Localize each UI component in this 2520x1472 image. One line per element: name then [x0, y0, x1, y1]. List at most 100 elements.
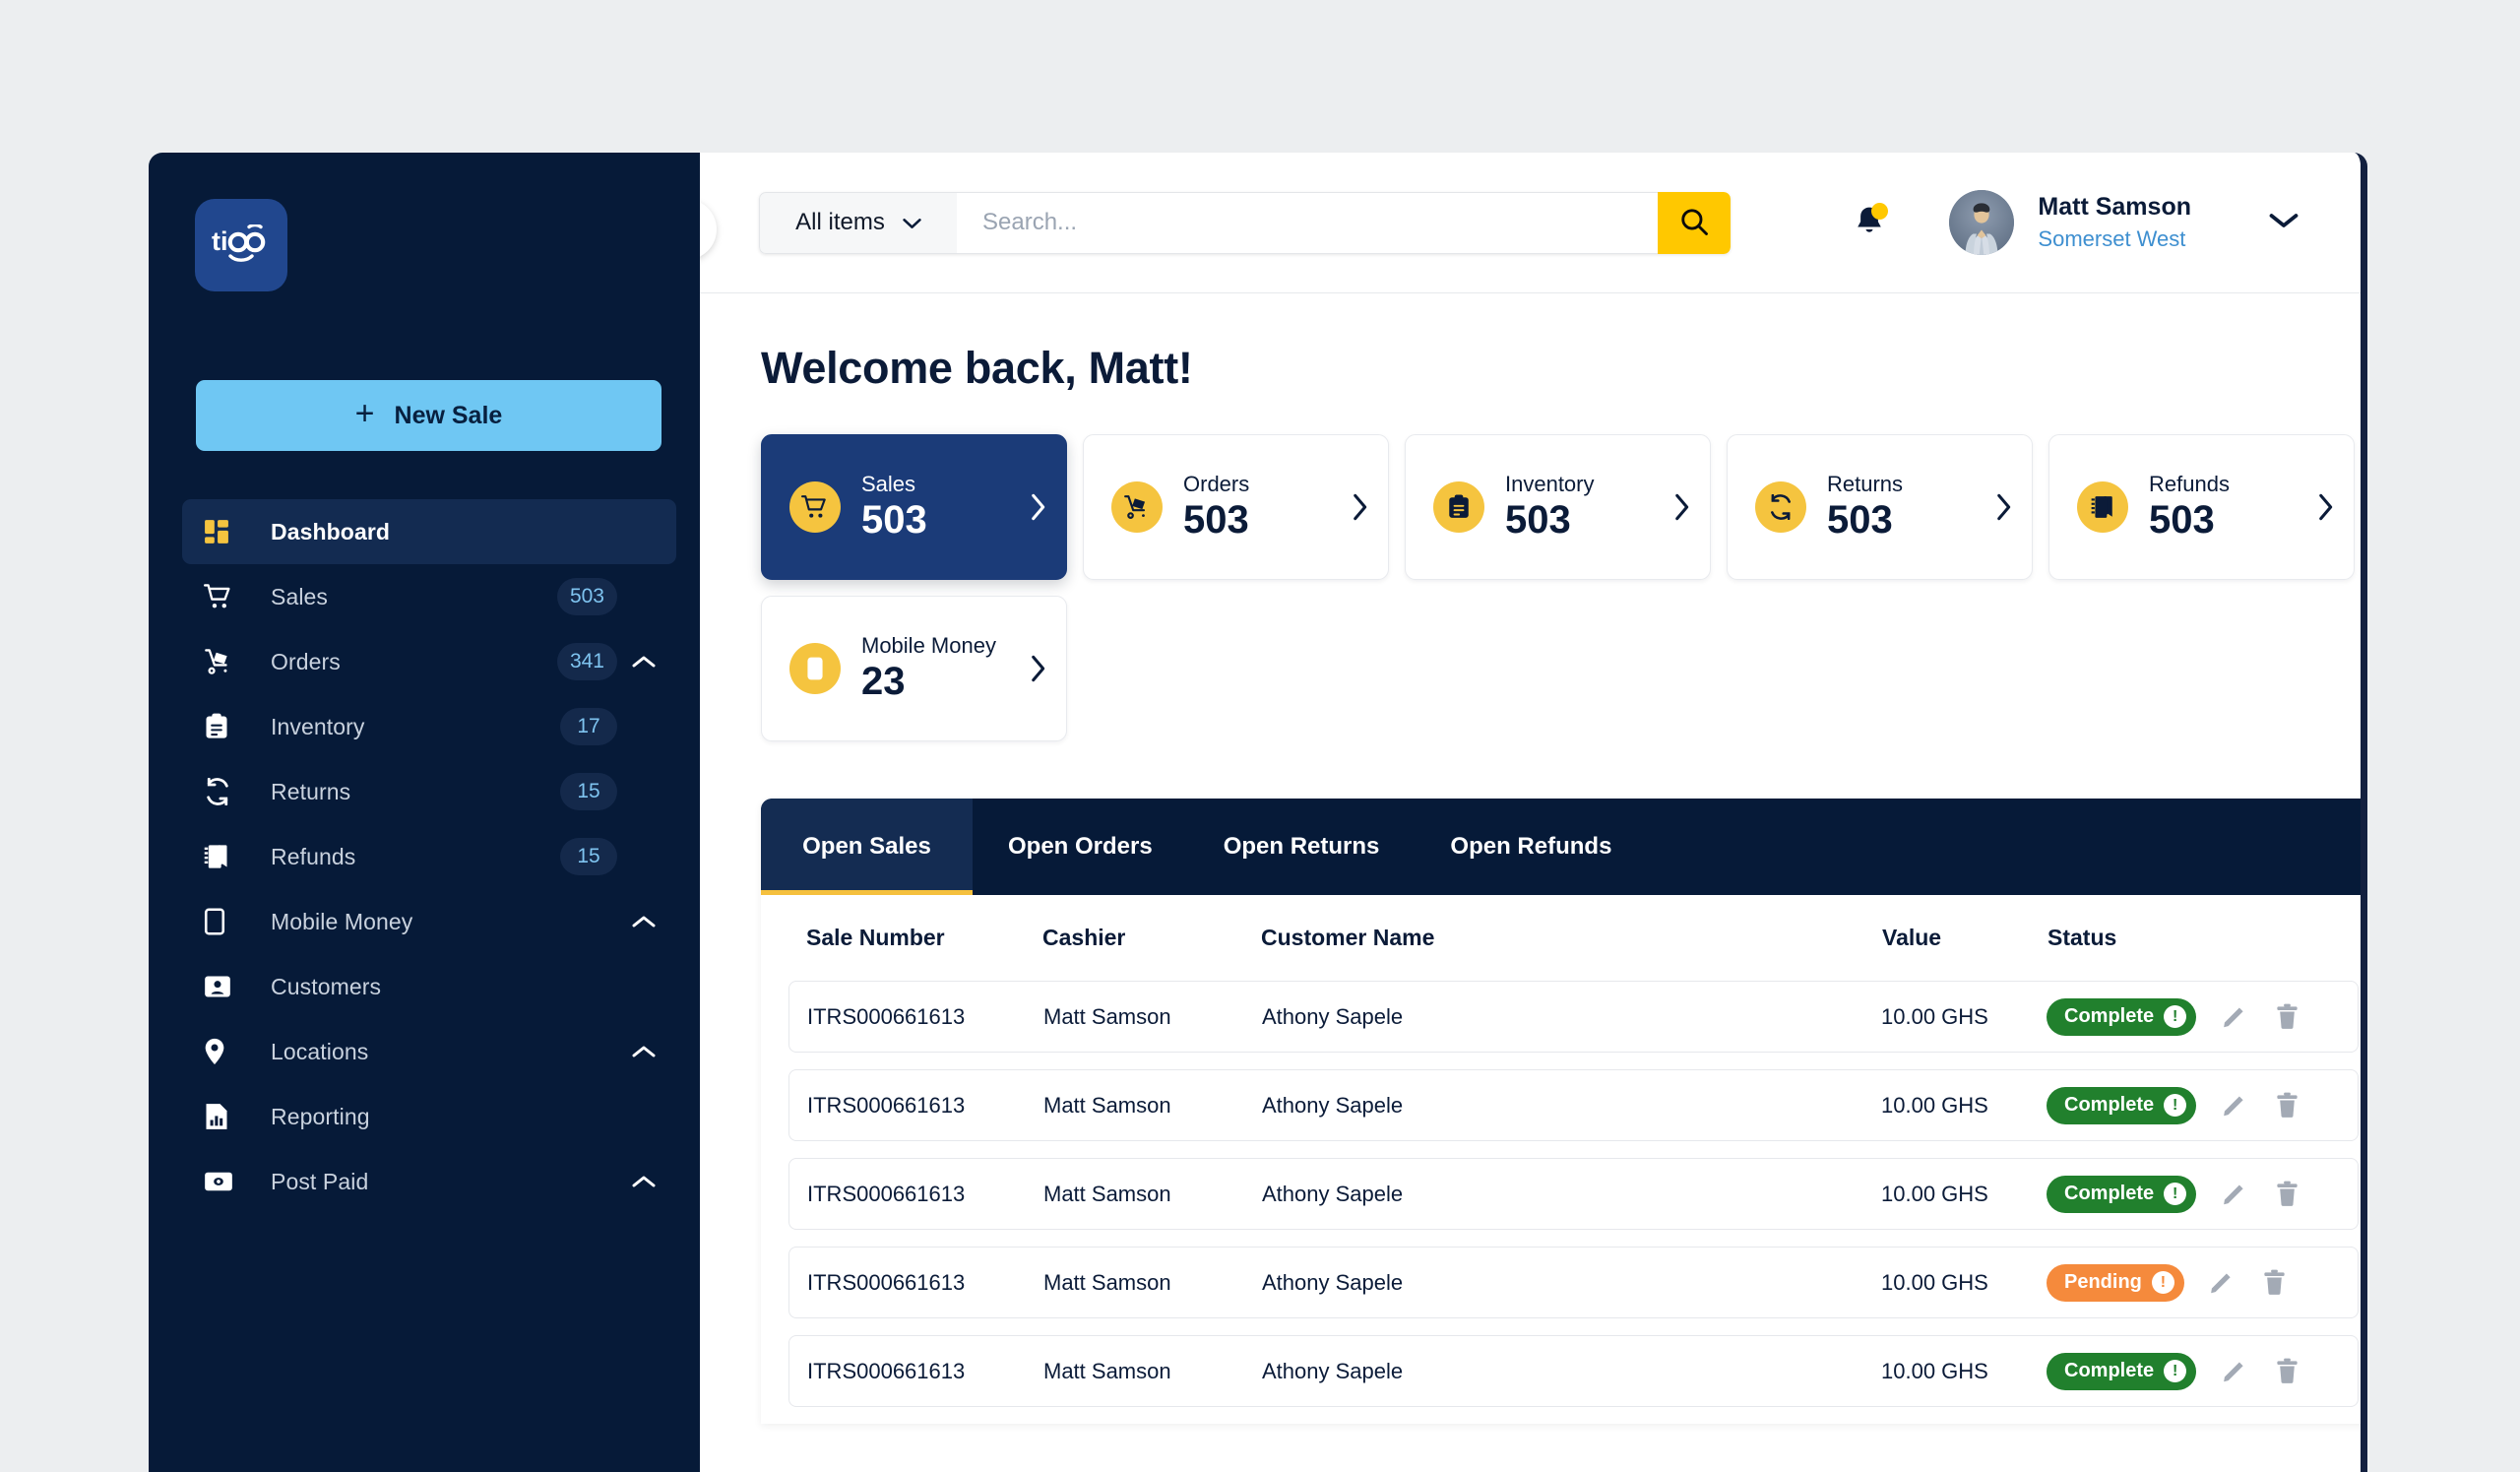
chevron-right-icon	[1031, 493, 1046, 521]
sidebar-item-orders[interactable]: Orders 341	[182, 629, 676, 694]
chevron-up-icon[interactable]	[631, 1175, 657, 1188]
exclamation-icon: !	[2164, 1005, 2187, 1028]
category-select[interactable]: All items	[759, 191, 957, 254]
trash-delete-icon[interactable]	[2271, 1179, 2302, 1210]
chevron-up-icon[interactable]	[631, 915, 657, 928]
cell-customer-name: Athony Sapele	[1262, 1358, 1404, 1383]
chevron-up-icon[interactable]	[631, 1045, 657, 1058]
tab-open-refunds[interactable]: Open Refunds	[1415, 799, 1647, 895]
cell-sale-number: ITRS000661613	[807, 1092, 966, 1118]
trash-delete-icon[interactable]	[2271, 1090, 2302, 1121]
topbar-right: Matt Samson Somerset West	[1847, 190, 2313, 255]
status-badge[interactable]: Complete !	[2047, 1086, 2197, 1124]
sidebar-item-reporting[interactable]: Reporting	[182, 1084, 676, 1149]
stat-card-label: Mobile Money	[861, 633, 996, 659]
sidebar-item-post-paid[interactable]: Post Paid	[182, 1149, 676, 1214]
cell-cashier: Matt Samson	[1043, 1181, 1171, 1206]
stat-card-returns[interactable]: Returns 503	[1727, 434, 2033, 580]
status-badge[interactable]: Complete !	[2047, 1175, 2197, 1213]
svg-text:ti: ti	[212, 226, 228, 256]
table-row[interactable]: ITRS000661613 Matt Samson Athony Sapele …	[788, 1069, 2359, 1141]
sidebar-item-sales[interactable]: Sales 503	[182, 564, 676, 629]
stat-card-value: 503	[2149, 497, 2215, 542]
stat-card-refunds[interactable]: Refunds 503	[2048, 434, 2355, 580]
stat-card-mobile-money[interactable]: Mobile Money 23	[761, 596, 1067, 741]
stat-card-value: 503	[1183, 497, 1249, 542]
cell-customer-name: Athony Sapele	[1262, 1003, 1404, 1029]
avatar[interactable]	[1949, 190, 2015, 255]
cell-cashier: Matt Samson	[1043, 1092, 1171, 1118]
cell-cashier: Matt Samson	[1043, 1358, 1171, 1383]
sidebar-item-label: Post Paid	[271, 1168, 369, 1194]
table-header-row: Sale Number Cashier Customer Name Value …	[761, 895, 2361, 981]
pencil-edit-icon[interactable]	[2218, 1179, 2249, 1210]
dashboard-grid-icon	[204, 519, 243, 544]
cell-sale-number: ITRS000661613	[807, 1269, 966, 1295]
cell-value: 10.00 GHS	[1881, 1181, 1988, 1206]
stat-card-label: Orders	[1183, 472, 1250, 497]
sidebar-item-label: Dashboard	[271, 518, 391, 544]
sidebar-item-label: Customers	[271, 973, 382, 999]
tab-open-orders[interactable]: Open Orders	[973, 799, 1188, 895]
sidebar-item-dashboard[interactable]: Dashboard	[182, 499, 676, 564]
status-badge[interactable]: Complete !	[2047, 997, 2197, 1036]
pencil-edit-icon[interactable]	[2218, 1090, 2249, 1121]
search-submit-button[interactable]	[1658, 191, 1731, 254]
tab-open-returns[interactable]: Open Returns	[1188, 799, 1416, 895]
mobile-phone-icon	[204, 908, 243, 935]
trash-delete-icon[interactable]	[2271, 1356, 2302, 1387]
tab-label: Open Sales	[802, 833, 931, 860]
cell-sale-number: ITRS000661613	[807, 1181, 966, 1206]
status-badge-label: Complete	[2064, 1360, 2155, 1381]
sidebar-item-inventory[interactable]: Inventory 17	[182, 694, 676, 759]
status-badge-label: Complete	[2064, 1183, 2155, 1204]
tigo-logo[interactable]: ti	[195, 199, 287, 291]
sidebar-item-label: Refunds	[271, 843, 356, 869]
trash-delete-icon[interactable]	[2259, 1267, 2291, 1299]
table-row[interactable]: ITRS000661613 Matt Samson Athony Sapele …	[788, 1158, 2359, 1230]
sidebar-item-returns[interactable]: Returns 15	[182, 759, 676, 824]
sidebar-item-label: Returns	[271, 778, 351, 804]
sidebar-item-label: Locations	[271, 1038, 369, 1064]
user-menu-button[interactable]	[2266, 205, 2301, 240]
new-sale-button[interactable]: + New Sale	[196, 380, 662, 451]
stat-card-sales[interactable]: Sales 503	[761, 434, 1067, 580]
user-info[interactable]: Matt Samson Somerset West	[2038, 192, 2191, 253]
search-icon	[1679, 207, 1709, 239]
sidebar-item-mobile-money[interactable]: Mobile Money	[182, 889, 676, 954]
table-row[interactable]: ITRS000661613 Matt Samson Athony Sapele …	[788, 1335, 2359, 1407]
cell-customer-name: Athony Sapele	[1262, 1181, 1404, 1206]
receipt-book-icon	[204, 843, 243, 870]
status-badge[interactable]: Complete !	[2047, 1352, 2197, 1390]
trash-delete-icon[interactable]	[2271, 1001, 2302, 1033]
status-badge[interactable]: Pending !	[2047, 1263, 2184, 1302]
stat-card-orders[interactable]: Orders 503	[1083, 434, 1389, 580]
sidebar-item-label: Sales	[271, 583, 329, 609]
tab-label: Open Orders	[1008, 833, 1153, 860]
chevron-up-icon[interactable]	[631, 655, 657, 669]
stat-card-inventory[interactable]: Inventory 503	[1405, 434, 1711, 580]
cash-note-icon	[204, 1171, 243, 1192]
pencil-edit-icon[interactable]	[2206, 1267, 2237, 1299]
receipt-book-icon	[2077, 481, 2128, 533]
exclamation-icon: !	[2151, 1271, 2174, 1294]
pencil-edit-icon[interactable]	[2218, 1001, 2249, 1033]
table-row[interactable]: ITRS000661613 Matt Samson Athony Sapele …	[788, 1247, 2359, 1318]
clipboard-icon	[204, 713, 243, 740]
notification-bell-icon[interactable]	[1847, 200, 1892, 245]
cell-sale-number: ITRS000661613	[807, 1358, 966, 1383]
sidebar-item-customers[interactable]: Customers	[182, 954, 676, 1019]
shopping-cart-icon	[789, 481, 841, 533]
pencil-edit-icon[interactable]	[2218, 1356, 2249, 1387]
tab-open-sales[interactable]: Open Sales	[761, 799, 973, 895]
table-row[interactable]: ITRS000661613 Matt Samson Athony Sapele …	[788, 981, 2359, 1053]
stat-card-label: Refunds	[2149, 472, 2230, 497]
sidebar: ti + New Sale Dashboard Sales 503 Orders…	[149, 153, 700, 1472]
search-input[interactable]	[957, 191, 1658, 254]
cell-sale-number: ITRS000661613	[807, 1003, 966, 1029]
status-badge-label: Complete	[2064, 1094, 2155, 1116]
contact-card-icon	[204, 975, 243, 998]
sidebar-item-refunds[interactable]: Refunds 15	[182, 824, 676, 889]
sidebar-item-locations[interactable]: Locations	[182, 1019, 676, 1084]
sidebar-item-badge: 17	[560, 708, 617, 745]
